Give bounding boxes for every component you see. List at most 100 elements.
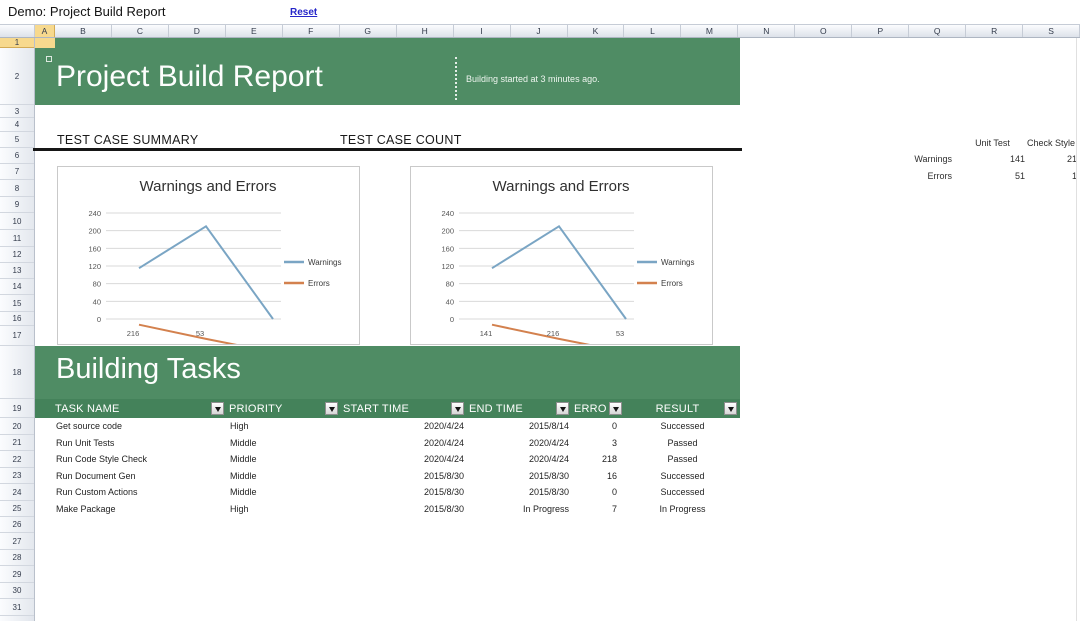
column-header-B[interactable]: B (55, 25, 112, 37)
row-header-2[interactable]: 2 (0, 48, 34, 105)
column-header-C[interactable]: C (112, 25, 169, 37)
column-header-A[interactable]: A (35, 25, 55, 37)
column-header-R[interactable]: R (966, 25, 1023, 37)
column-header-D[interactable]: D (169, 25, 226, 37)
row-header-19[interactable]: 19 (0, 399, 34, 418)
select-all-corner[interactable] (0, 25, 35, 37)
column-header-M[interactable]: M (681, 25, 738, 37)
row-header-21[interactable]: 21 (0, 435, 34, 451)
row-header-8[interactable]: 8 (0, 180, 34, 197)
task-cell-error[interactable]: 0 (572, 484, 625, 501)
row-header-1[interactable]: 1 (0, 38, 34, 48)
task-cell-start-time[interactable]: 2020/4/24 (341, 451, 467, 468)
reset-link[interactable]: Reset (290, 7, 317, 18)
row-header-7[interactable]: 7 (0, 164, 34, 180)
column-header-G[interactable]: G (340, 25, 397, 37)
column-header-L[interactable]: L (624, 25, 681, 37)
filter-dropdown-button[interactable] (325, 402, 338, 415)
stats-value-warnings-check-style[interactable]: 21 (1007, 152, 1077, 166)
task-cell-error[interactable]: 7 (572, 501, 625, 517)
task-cell-error[interactable]: 16 (572, 468, 625, 484)
column-header-S[interactable]: S (1023, 25, 1080, 37)
task-cell-task-name[interactable]: Run Code Style Check (35, 451, 227, 468)
task-cell-result[interactable]: Passed (625, 451, 740, 468)
task-col-header-start-time[interactable]: START TIME (341, 399, 467, 418)
task-cell-task-name[interactable]: Get source code (35, 418, 227, 435)
row-header-29[interactable]: 29 (0, 566, 34, 583)
task-cell-priority[interactable]: Middle (227, 484, 341, 501)
column-header-N[interactable]: N (738, 25, 795, 37)
task-cell-result[interactable]: Successed (625, 468, 740, 484)
task-col-header-result[interactable]: RESULT (625, 399, 740, 418)
row-header-18[interactable]: 18 (0, 346, 34, 399)
selected-cell-a1[interactable] (35, 38, 55, 48)
task-col-header-error[interactable]: ERROR (572, 399, 625, 418)
row-header-9[interactable]: 9 (0, 197, 34, 213)
task-cell-start-time[interactable]: 2020/4/24 (341, 418, 467, 435)
column-header-F[interactable]: F (283, 25, 340, 37)
row-header-10[interactable]: 10 (0, 213, 34, 230)
column-header-E[interactable]: E (226, 25, 283, 37)
row-header-23[interactable]: 23 (0, 468, 34, 484)
column-header-O[interactable]: O (795, 25, 852, 37)
task-cell-error[interactable]: 218 (572, 451, 625, 468)
row-header-27[interactable]: 27 (0, 533, 34, 550)
row-header-22[interactable]: 22 (0, 451, 34, 468)
task-cell-result[interactable]: Successed (625, 418, 740, 435)
filter-dropdown-button[interactable] (724, 402, 737, 415)
row-header-5[interactable]: 5 (0, 132, 34, 148)
task-cell-error[interactable]: 3 (572, 435, 625, 451)
task-cell-start-time[interactable]: 2020/4/24 (341, 435, 467, 451)
row-header-4[interactable]: 4 (0, 118, 34, 132)
row-header-12[interactable]: 12 (0, 247, 34, 263)
task-cell-result[interactable]: Passed (625, 435, 740, 451)
row-header-26[interactable]: 26 (0, 517, 34, 533)
task-cell-end-time[interactable]: 2020/4/24 (467, 451, 572, 468)
task-cell-end-time[interactable]: 2020/4/24 (467, 435, 572, 451)
column-header-K[interactable]: K (568, 25, 625, 37)
stats-header-unit-test[interactable]: Unit Test (964, 136, 1021, 150)
task-cell-task-name[interactable]: Run Custom Actions (35, 484, 227, 501)
chart-warnings-errors-summary[interactable]: Warnings and Errors040801201602002402165… (57, 166, 360, 345)
column-header-I[interactable]: I (454, 25, 511, 37)
task-col-header-task-name[interactable]: TASK NAME (35, 399, 227, 418)
row-header-13[interactable]: 13 (0, 263, 34, 279)
column-header-H[interactable]: H (397, 25, 454, 37)
task-cell-priority[interactable]: Middle (227, 451, 341, 468)
task-cell-start-time[interactable]: 2015/8/30 (341, 484, 467, 501)
task-cell-start-time[interactable]: 2015/8/30 (341, 468, 467, 484)
row-header-16[interactable]: 16 (0, 312, 34, 326)
task-cell-task-name[interactable]: Make Package (35, 501, 227, 517)
row-header-15[interactable]: 15 (0, 295, 34, 312)
task-col-header-priority[interactable]: PRIORITY (227, 399, 341, 418)
task-cell-priority[interactable]: High (227, 501, 341, 517)
column-header-P[interactable]: P (852, 25, 909, 37)
row-header-28[interactable]: 28 (0, 550, 34, 566)
filter-dropdown-button[interactable] (211, 402, 224, 415)
task-cell-start-time[interactable]: 2015/8/30 (341, 501, 467, 517)
task-cell-priority[interactable]: Middle (227, 468, 341, 484)
filter-dropdown-button[interactable] (556, 402, 569, 415)
task-col-header-end-time[interactable]: END TIME (467, 399, 572, 418)
row-header-24[interactable]: 24 (0, 484, 34, 501)
task-cell-task-name[interactable]: Run Document Gen (35, 468, 227, 484)
task-cell-end-time[interactable]: In Progress (467, 501, 572, 517)
row-header-14[interactable]: 14 (0, 279, 34, 295)
row-header-25[interactable]: 25 (0, 501, 34, 517)
stats-label-warnings[interactable]: Warnings (880, 152, 952, 166)
row-header-20[interactable]: 20 (0, 418, 34, 435)
column-header-Q[interactable]: Q (909, 25, 966, 37)
task-cell-end-time[interactable]: 2015/8/14 (467, 418, 572, 435)
filter-dropdown-button[interactable] (451, 402, 464, 415)
stats-header-check-style[interactable]: Check Style (1021, 136, 1080, 150)
chart-warnings-errors-count[interactable]: Warnings and Errors040801201602002401412… (410, 166, 713, 345)
row-header-6[interactable]: 6 (0, 148, 34, 164)
row-header-17[interactable]: 17 (0, 326, 34, 346)
column-header-J[interactable]: J (511, 25, 568, 37)
stats-value-errors-check-style[interactable]: 1 (1007, 169, 1077, 183)
stats-label-errors[interactable]: Errors (880, 169, 952, 183)
row-header-30[interactable]: 30 (0, 583, 34, 599)
task-cell-priority[interactable]: Middle (227, 435, 341, 451)
row-header-11[interactable]: 11 (0, 230, 34, 247)
task-cell-result[interactable]: In Progress (625, 501, 740, 517)
